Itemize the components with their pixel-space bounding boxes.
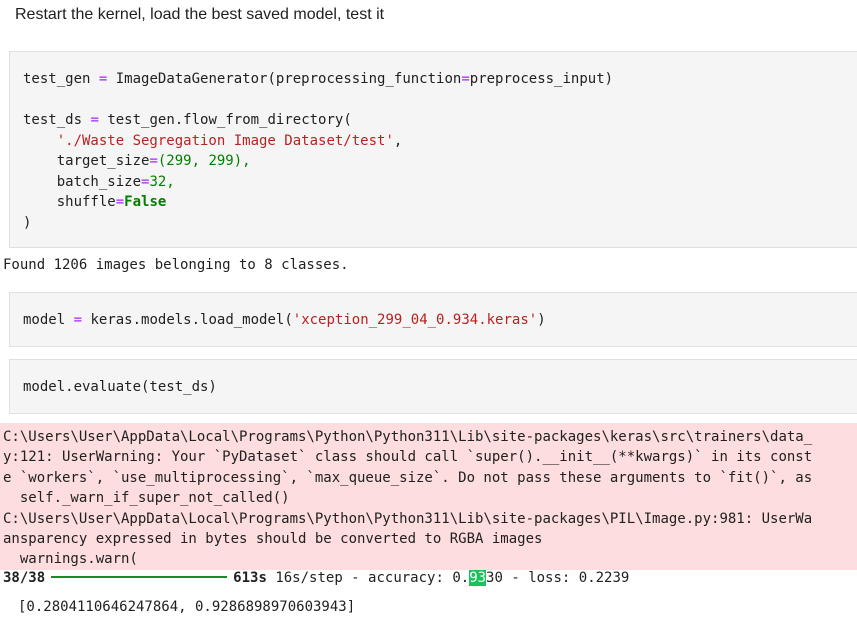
- stderr-line: warnings.warn(: [3, 551, 138, 568]
- progress-metrics: 16s/step - accuracy: 0.: [275, 570, 470, 586]
- markdown-heading: Restart the kernel, load the best saved …: [15, 6, 385, 23]
- stderr-output: C:\Users\User\AppData\Local\Programs\Pyt…: [0, 423, 857, 570]
- code-text: ImageDataGenerator(preprocessing_functio…: [115, 71, 462, 87]
- code-text: ): [23, 214, 32, 231]
- progress-bar: [51, 575, 228, 578]
- progress-steps: 38/38: [3, 570, 46, 586]
- code-number: (299, 299),: [157, 153, 251, 169]
- code-keyword: False: [124, 194, 167, 210]
- code-text: keras.models.load_model(: [90, 312, 293, 328]
- stderr-line: self._warn_if_super_not_called(): [3, 490, 290, 507]
- code-string: './Waste Segregation Image Dataset/test': [56, 132, 394, 149]
- code-cell-3[interactable]: model.evaluate(test_ds): [9, 359, 857, 414]
- code-cell-1[interactable]: test_gen = ImageDataGenerator(preprocess…: [9, 51, 857, 248]
- code-number: 32,: [149, 173, 175, 190]
- stderr-line: e `workers`, `use_multiprocessing`, `max…: [3, 469, 813, 486]
- code-text: ): [537, 312, 546, 328]
- evaluate-result: [0.2804110646247864, 0.9286898970603943]: [18, 599, 356, 615]
- code-cell-2[interactable]: model = keras.models.load_model('xceptio…: [9, 292, 857, 347]
- code-kwarg: batch_size: [56, 173, 142, 190]
- stderr-line: ansparency expressed in bytes should be …: [3, 531, 543, 548]
- progress-metrics-end: 30 - loss: 0.2239: [486, 570, 630, 586]
- code-text: test_gen.flow_from_directory(: [107, 112, 352, 128]
- progress-line: 38/38 613s 16s/step - accuracy: 0.9330 - …: [3, 568, 629, 588]
- code-text: model.evaluate(test_ds): [23, 379, 217, 395]
- cell-1-output: Found 1206 images belonging to 8 classes…: [3, 257, 349, 273]
- code-kwarg: target_size: [56, 153, 150, 169]
- code-var: test_ds: [23, 112, 83, 128]
- code-text: preprocess_input): [469, 71, 614, 87]
- code-var: model: [23, 312, 66, 328]
- code-string: 'xception_299_04_0.934.keras': [292, 312, 538, 328]
- code-kwarg: shuffle: [56, 194, 116, 210]
- stderr-line: y:121: UserWarning: Your `PyDataset` cla…: [3, 449, 813, 466]
- progress-time: 613s: [233, 570, 267, 586]
- stderr-line: C:\Users\User\AppData\Local\Programs\Pyt…: [3, 429, 813, 445]
- code-var: test_gen: [23, 71, 91, 87]
- stderr-line: C:\Users\User\AppData\Local\Programs\Pyt…: [3, 510, 813, 527]
- text-selection-highlight: 93: [469, 570, 487, 586]
